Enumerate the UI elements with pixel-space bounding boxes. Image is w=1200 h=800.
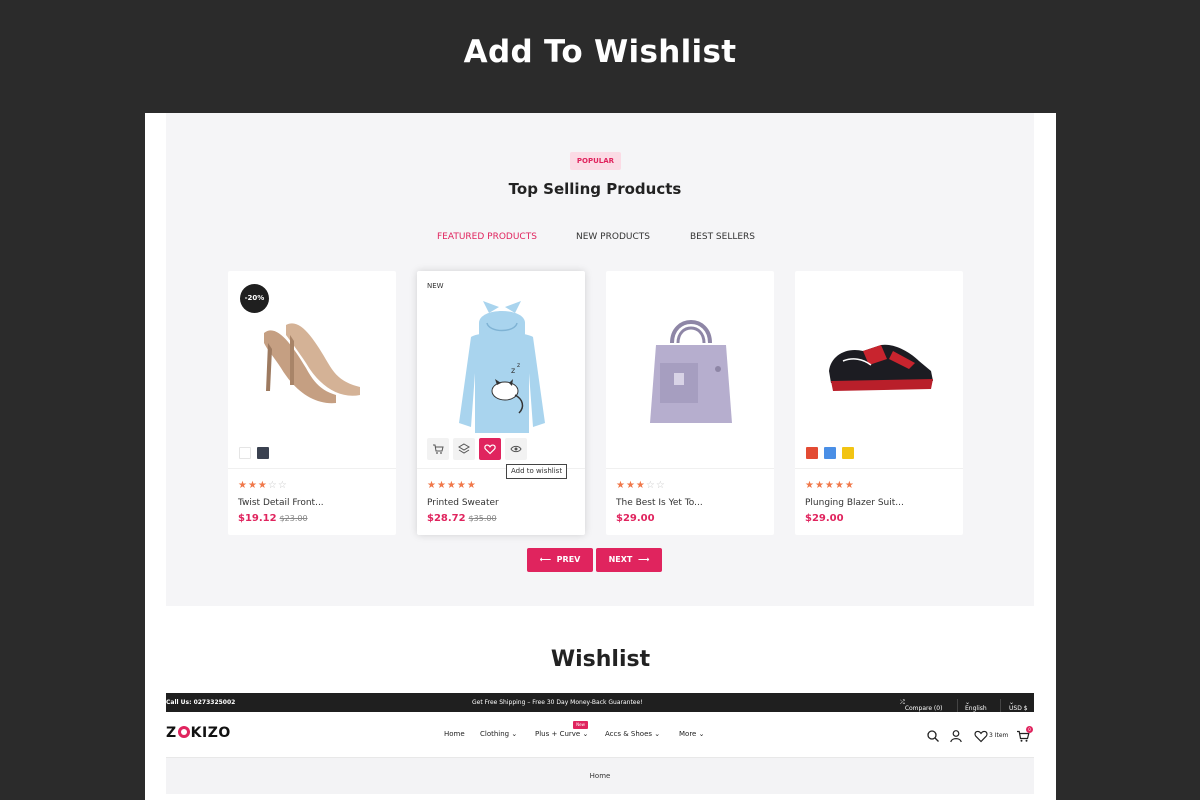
prev-button[interactable]: ⟵ PREV <box>527 548 593 572</box>
tab-new-products[interactable]: NEW PRODUCTS <box>576 232 650 242</box>
product-name[interactable]: Plunging Blazer Suit... <box>805 498 904 508</box>
breadcrumb: Home <box>166 757 1034 794</box>
swatch-blue[interactable] <box>824 447 836 459</box>
banner-title: Add To Wishlist <box>463 34 737 70</box>
product-card[interactable]: z z NEW Add to wishlist ★★★★★ Printed Sw… <box>417 271 585 535</box>
nav-more[interactable]: More ⌄ <box>679 730 704 738</box>
tab-best-sellers[interactable]: BEST SELLERS <box>690 232 755 242</box>
account-button[interactable] <box>949 728 963 743</box>
product-image[interactable] <box>606 271 774 469</box>
swatch-yellow[interactable] <box>842 447 854 459</box>
heels-image <box>264 323 360 404</box>
svg-text:z: z <box>517 362 520 369</box>
product-tabs: FEATURED PRODUCTS NEW PRODUCTS BEST SELL… <box>166 232 1034 246</box>
rating-stars: ★★★★★ <box>427 480 477 491</box>
site-preview: Call Us: 0273325002 Get Free Shipping – … <box>166 693 1034 800</box>
logo[interactable]: Z KIZO <box>166 725 231 741</box>
product-card[interactable]: ★★★☆☆ The Best Is Yet To... $29.00 <box>606 271 774 535</box>
rating-stars: ★★★★★ <box>805 480 855 491</box>
nav-plus-curve[interactable]: Plus + Curve ⌄ <box>535 730 588 738</box>
product-name[interactable]: Twist Detail Front... <box>238 498 324 508</box>
rating-stars: ★★★☆☆ <box>616 480 666 491</box>
compare-button[interactable] <box>453 438 475 460</box>
product-price: $29.00 <box>805 513 844 524</box>
add-to-cart-button[interactable] <box>427 438 449 460</box>
svg-text:z: z <box>511 366 515 375</box>
next-button[interactable]: NEXT ⟶ <box>596 548 662 572</box>
discount-badge: -20% <box>240 284 269 313</box>
arrow-right-icon: ⟶ <box>637 555 650 564</box>
breadcrumb-home[interactable]: Home <box>166 772 1034 780</box>
product-price: $19.12 $23.00 <box>238 513 308 524</box>
cart-icon <box>433 444 444 454</box>
wishlist-tooltip: Add to wishlist <box>506 464 568 479</box>
new-badge: New <box>573 721 588 729</box>
product-card[interactable]: ★★★★★ Plunging Blazer Suit... $29.00 <box>795 271 963 535</box>
product-price: $28.72 $35.00 <box>427 513 497 524</box>
wishlist-count: 3 Item <box>989 732 1009 739</box>
handbag-image <box>650 320 732 423</box>
add-to-wishlist-button[interactable] <box>479 438 501 460</box>
sweater-image: z z <box>459 301 545 433</box>
quick-view-button[interactable] <box>505 438 527 460</box>
popular-badge: POPULAR <box>570 152 621 170</box>
product-image[interactable] <box>795 271 963 469</box>
cart-count-badge: 0 <box>1026 726 1033 733</box>
heart-icon <box>974 730 988 743</box>
swatch-red[interactable] <box>806 447 818 459</box>
layers-icon <box>458 443 470 454</box>
nav-home[interactable]: Home <box>444 730 465 738</box>
search-icon <box>927 730 939 742</box>
top-selling-section: POPULAR Top Selling Products FEATURED PR… <box>166 113 1034 606</box>
shipping-text: Get Free Shipping – Free 30 Day Money-Ba… <box>472 699 643 706</box>
currency-select[interactable]: USD $ ⌄ <box>1009 699 1028 712</box>
compare-link[interactable]: ⤮ Compare (0) <box>900 699 942 712</box>
product-name[interactable]: Printed Sweater <box>427 498 499 508</box>
eye-icon <box>510 445 522 453</box>
sneaker-image <box>829 344 933 391</box>
tab-featured-products[interactable]: FEATURED PRODUCTS <box>437 232 537 242</box>
product-price: $29.00 <box>616 513 655 524</box>
call-us-text: Call Us: 0273325002 <box>166 699 236 706</box>
swatch-dark[interactable] <box>257 447 269 459</box>
rating-stars: ★★★☆☆ <box>238 480 288 491</box>
top-bar: Call Us: 0273325002 Get Free Shipping – … <box>166 693 1034 712</box>
search-button[interactable] <box>926 728 940 742</box>
heart-icon <box>484 444 496 455</box>
product-card[interactable]: -20% ★★★☆☆ Twist Detail Front... $19.12 $… <box>228 271 396 535</box>
arrow-left-icon: ⟵ <box>539 555 552 564</box>
section-title: Top Selling Products <box>508 180 682 198</box>
swatch-white[interactable] <box>239 447 251 459</box>
nav-clothing[interactable]: Clothing ⌄ <box>480 730 517 738</box>
product-name[interactable]: The Best Is Yet To... <box>616 498 703 508</box>
language-select[interactable]: English ⌄ <box>965 699 987 712</box>
color-swatches <box>806 444 860 459</box>
screenshot-panel: POPULAR Top Selling Products FEATURED PR… <box>145 113 1056 800</box>
wishlist-title: Wishlist <box>550 647 651 672</box>
new-tag: NEW <box>427 282 444 290</box>
user-icon <box>950 730 962 743</box>
nav-accs-shoes[interactable]: Accs & Shoes ⌄ <box>605 730 660 738</box>
color-swatches <box>239 444 275 459</box>
wishlist-button[interactable] <box>974 728 988 743</box>
